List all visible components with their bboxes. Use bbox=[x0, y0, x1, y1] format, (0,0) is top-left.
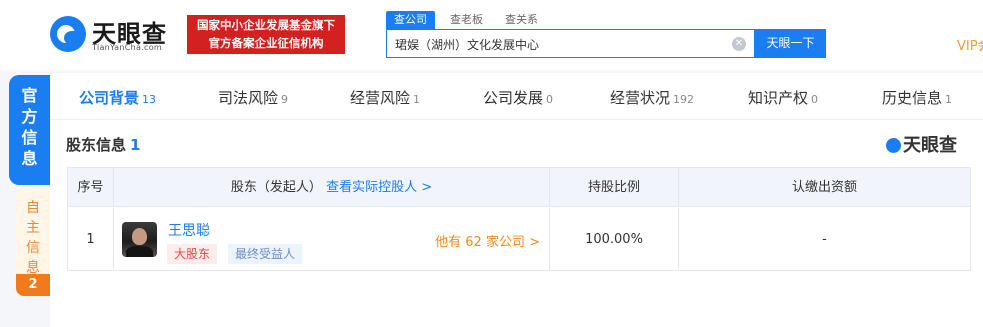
main-panel: 公司背景 13 司法风险 9 经营风险 1 公司发展 0 经营状况 192 知识产权 0 历… bbox=[50, 73, 983, 327]
tab-operating-status[interactable]: 经营状况 192 bbox=[610, 87, 694, 108]
search-input[interactable] bbox=[395, 35, 715, 53]
tab-history-info[interactable]: 历史信息 1 bbox=[882, 87, 952, 108]
view-controller-link[interactable]: 查看实际控股人 > bbox=[326, 180, 432, 195]
tab-count: 0 bbox=[546, 93, 554, 106]
major-shareholder-badge: 大股东 bbox=[167, 244, 218, 264]
category-nav: 公司背景 13 司法风险 9 经营风险 1 公司发展 0 经营状况 192 知识产权 0 历… bbox=[50, 73, 983, 120]
shareholder-header-label: 股东（发起人） bbox=[230, 180, 322, 195]
tab-judicial-risk[interactable]: 司法风险 9 bbox=[218, 87, 288, 108]
search-tab-boss[interactable]: 查老板 bbox=[450, 11, 483, 29]
tab-company-background[interactable]: 公司背景 13 bbox=[79, 87, 156, 108]
credential-banner[interactable]: 国家中小企业发展基金旗下 官方备案企业征信机构 bbox=[187, 15, 345, 54]
banner-line-1: 国家中小企业发展基金旗下 bbox=[197, 18, 335, 32]
tab-label: 公司背景 bbox=[79, 89, 140, 107]
top-header: 天眼查 TianYanCha.com 国家中小企业发展基金旗下 官方备案企业征信… bbox=[0, 0, 983, 70]
watermark-logo-icon bbox=[886, 138, 901, 153]
side-tab-official-info[interactable]: 官方信息 bbox=[9, 75, 50, 185]
side-tab-own-label: 自主信息 bbox=[26, 200, 40, 276]
section-title: 股东信息 1 bbox=[66, 134, 140, 155]
tab-count: 13 bbox=[142, 93, 157, 106]
ultimate-beneficiary-badge[interactable]: 最终受益人 bbox=[228, 244, 303, 264]
search-box: ✕ bbox=[386, 29, 755, 58]
avatar[interactable] bbox=[122, 222, 157, 257]
side-tab-official-label: 官方信息 bbox=[21, 86, 38, 168]
vip-link[interactable]: VIP会 bbox=[957, 35, 983, 54]
watermark-logo-text: 天眼查 bbox=[903, 135, 957, 156]
table-cell-ratio: 100.00% bbox=[550, 208, 679, 271]
related-companies-link[interactable]: 他有 62 家公司 > bbox=[435, 231, 540, 250]
tab-count: 192 bbox=[673, 93, 695, 106]
side-tab-own-count-badge: 2 bbox=[16, 274, 50, 296]
column-header-capital: 认缴出资额 bbox=[679, 168, 970, 207]
search-button[interactable]: 天眼一下 bbox=[755, 29, 826, 58]
logo-subtext: TianYanCha.com bbox=[92, 43, 162, 52]
table-cell-capital: - bbox=[822, 232, 827, 247]
section-title-text: 股东信息 bbox=[66, 136, 127, 154]
table-cell-index: 1 bbox=[68, 208, 114, 271]
tab-count: 0 bbox=[811, 93, 819, 106]
tab-label: 知识产权 bbox=[748, 89, 809, 107]
clear-icon[interactable]: ✕ bbox=[732, 37, 746, 51]
tab-label: 经营风险 bbox=[350, 89, 411, 107]
tab-label: 历史信息 bbox=[882, 89, 943, 107]
tab-count: 1 bbox=[945, 93, 953, 106]
column-header-index: 序号 bbox=[68, 168, 114, 207]
tab-label: 经营状况 bbox=[610, 89, 671, 107]
column-header-shareholder: 股东（发起人） 查看实际控股人 > bbox=[114, 168, 550, 207]
tab-label: 司法风险 bbox=[218, 89, 279, 107]
tab-intellectual-property[interactable]: 知识产权 0 bbox=[748, 87, 818, 108]
tab-company-development[interactable]: 公司发展 0 bbox=[483, 87, 553, 108]
table-cell-shareholder: 王思聪 大股东 最终受益人 他有 62 家公司 > bbox=[114, 208, 550, 271]
section-count: 1 bbox=[130, 136, 141, 154]
tab-count: 9 bbox=[281, 93, 289, 106]
section-watermark-logo: 天眼查 bbox=[886, 131, 957, 157]
tab-count: 1 bbox=[413, 93, 421, 106]
tianyancha-logo[interactable]: 天眼查 TianYanCha.com bbox=[50, 12, 178, 56]
banner-line-2: 官方备案企业征信机构 bbox=[208, 36, 324, 50]
shareholder-name-link[interactable]: 王思聪 bbox=[168, 220, 210, 240]
logo-mark-icon bbox=[50, 16, 86, 52]
tab-label: 公司发展 bbox=[483, 89, 544, 107]
tab-operating-risk[interactable]: 经营风险 1 bbox=[350, 87, 420, 108]
search-tab-company[interactable]: 查公司 bbox=[386, 11, 435, 29]
search-tab-relation[interactable]: 查关系 bbox=[505, 11, 538, 29]
shareholder-table: 序号 股东（发起人） 查看实际控股人 > 持股比例 认缴出资额 1 王思聪 大股… bbox=[67, 167, 971, 271]
column-header-ratio: 持股比例 bbox=[550, 168, 679, 207]
